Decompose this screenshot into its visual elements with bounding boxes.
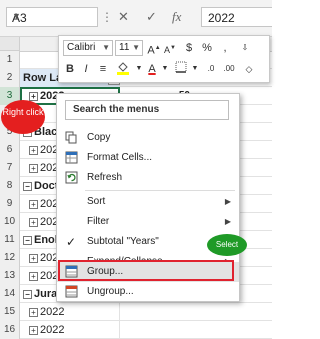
font-color-icon[interactable]: A [145,61,159,77]
row-number[interactable]: 7 [0,159,20,177]
select-all-corner[interactable] [0,37,20,51]
expand-icon[interactable]: + [29,217,38,227]
enter-icon[interactable]: ✓ [146,9,157,25]
format-cells-icon [64,151,78,165]
formula-input[interactable]: 2022 [201,7,272,27]
chevron-down-icon: ▼ [102,43,110,52]
cell-text: 2022 [40,306,65,318]
more-icon: ⋮ [101,10,113,24]
chevron-down-icon[interactable]: ▼ [161,61,169,77]
row-number[interactable]: 1 [0,51,20,69]
menu-item-label: Copy [87,132,111,143]
name-box[interactable]: A3 ▼ [6,7,98,27]
table-row: 16 +2022 [0,321,272,339]
chevron-right-icon: ▶ [224,197,231,206]
right-click-callout: Right click [1,100,45,134]
menu-item-refresh[interactable]: Refresh [57,168,239,188]
chevron-down-icon[interactable]: ▼ [12,11,93,21]
expand-icon[interactable]: + [29,253,38,263]
font-size-select[interactable]: 11 ▼ [115,40,143,56]
menu-search-input[interactable]: Search the menus [65,100,229,120]
row-number[interactable]: 2 [0,69,20,87]
italic-button[interactable]: I [79,61,93,77]
menu-item-sort[interactable]: Sort ▶ [57,192,239,212]
menu-item-label: Format Cells... [87,152,153,163]
percent-icon[interactable]: % [199,40,215,56]
mini-toolbar: Calibri ▼ 11 ▼ A▲ A▼ $ % , ⇩ B I ≡ ▼ A ▼… [58,35,270,83]
collapse-icon[interactable]: − [23,181,32,191]
expand-icon[interactable]: + [29,199,38,209]
cancel-icon[interactable]: ✕ [118,9,129,25]
expand-icon[interactable]: + [29,271,38,281]
collapse-icon[interactable]: − [23,289,32,299]
row-number[interactable]: 13 [0,267,20,285]
ungroup-icon [64,285,78,299]
copy-icon [64,131,78,145]
menu-item-label: Subtotal "Years" [87,236,159,247]
currency-icon[interactable]: $ [181,40,197,56]
select-text: Select [215,240,239,249]
chevron-down-icon[interactable]: ▼ [135,61,143,77]
fill-color-icon[interactable] [113,61,133,80]
menu-item-label: Filter [87,216,110,227]
decrease-decimal-icon[interactable]: .0 [203,61,219,77]
chevron-down-icon[interactable]: ▼ [191,61,199,77]
cell[interactable]: +2022 [20,321,120,339]
chevron-down-icon: ▼ [132,43,140,52]
row-number[interactable]: 6 [0,141,20,159]
chevron-right-icon: ▶ [224,217,231,226]
table-row: 15 +2022 [0,303,272,321]
formula-value: 2022 [208,11,235,25]
refresh-icon [64,171,78,185]
row-number[interactable]: 8 [0,177,20,195]
row-number[interactable]: 9 [0,195,20,213]
menu-item-format-cells[interactable]: Format Cells... [57,148,239,168]
row-number[interactable]: 15 [0,303,20,321]
row-number[interactable]: 16 [0,321,20,339]
row-number[interactable]: 14 [0,285,20,303]
increase-font-icon[interactable]: A▲ [147,40,161,59]
menu-item-filter[interactable]: Filter ▶ [57,212,239,232]
menu-item-label: Ungroup... [87,286,134,297]
align-center-icon[interactable]: ≡ [95,61,111,77]
row-number[interactable]: 10 [0,213,20,231]
formula-bar: A3 ▼ ⋮ ✕ ✓ fx 2022 [0,0,272,37]
select-callout: Select [207,234,247,256]
menu-item-label: Refresh [87,172,123,183]
expand-icon[interactable]: + [29,325,38,335]
eraser-icon[interactable]: ◇ [241,61,257,77]
increase-decimal-icon[interactable]: .00 [221,61,237,77]
font-name-value: Calibri [67,42,96,53]
row-number[interactable]: 12 [0,249,20,267]
borders-icon[interactable] [173,61,189,78]
expand-icon[interactable]: + [29,91,38,101]
checkmark-icon: ✓ [65,235,77,249]
expand-icon[interactable]: + [29,307,38,317]
bold-button[interactable]: B [63,61,77,77]
highlight-box [58,260,234,281]
expand-icon[interactable]: + [29,145,38,155]
expand-icon[interactable]: + [29,163,38,173]
menu-item-copy[interactable]: Copy [57,128,239,148]
font-size-value: 11 [119,42,130,53]
row-number[interactable]: 11 [0,231,20,249]
collapse-icon[interactable]: − [23,235,32,245]
font-name-select[interactable]: Calibri ▼ [63,40,113,56]
menu-item-ungroup[interactable]: Ungroup... [57,282,239,302]
cell[interactable]: +2022 [20,303,120,321]
decrease-font-icon[interactable]: A▼ [163,40,177,58]
insert-function-button[interactable]: fx [172,9,181,25]
cell-text: 2022 [40,324,65,336]
comma-icon[interactable]: , [217,40,233,56]
right-click-text: Right click [2,107,44,117]
format-painter-icon[interactable]: ⇩ [235,40,255,56]
menu-separator [85,190,235,191]
menu-item-label: Sort [87,196,106,207]
